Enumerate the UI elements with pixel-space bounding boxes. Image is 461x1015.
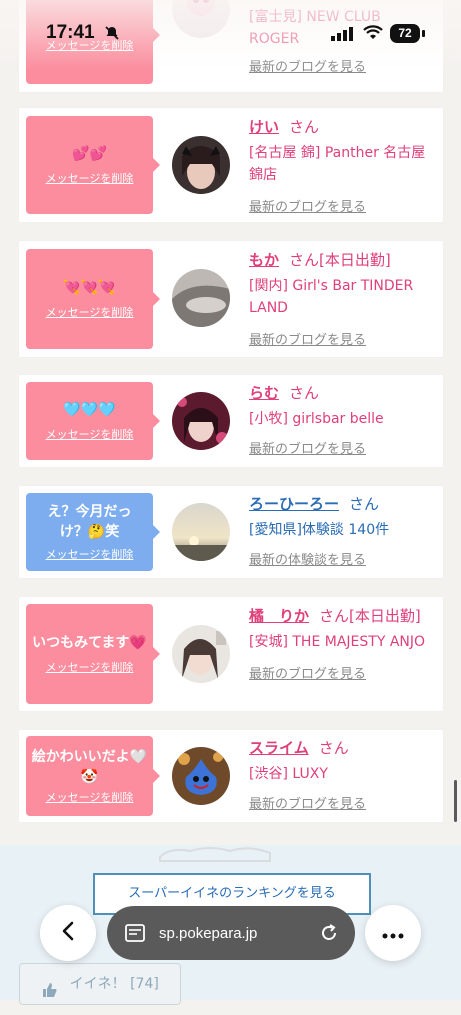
like-button[interactable]: イイネ！ [74] — [19, 963, 181, 1005]
page-menu-icon[interactable] — [125, 923, 145, 943]
message-card: 🩵🩵🩵 メッセージを削除 らむ さん [小牧] girlsbar belle 最新… — [19, 375, 443, 467]
latest-blog-link[interactable]: 最新のブログを見る — [249, 329, 435, 348]
working-today-badge: [本日出勤] — [349, 607, 421, 625]
message-text: 絵かわいいだよ🤍🤡 — [31, 749, 148, 785]
message-bubble: 💘💘💘 メッセージを削除 — [26, 249, 160, 349]
shop-name[interactable]: [渋谷] LUXY — [249, 763, 435, 785]
avatar[interactable] — [172, 747, 230, 805]
scrollbar[interactable] — [454, 780, 457, 822]
shop-name[interactable]: [名古屋 錦] Panther 名古屋錦店 — [249, 142, 435, 186]
avatar[interactable] — [172, 269, 230, 327]
message-card: 💘💘💘 メッセージを削除 もか さん[本日出勤] [関内] Girl's Bar … — [19, 241, 443, 357]
message-text: いつもみてます💗 — [32, 635, 147, 651]
message-bubble: メッセージを削除 — [26, 0, 160, 84]
avatar[interactable] — [172, 503, 230, 561]
shop-name[interactable]: [関内] Girl's Bar TINDER LAND — [249, 275, 435, 319]
message-bubble: 🩵🩵🩵 メッセージを削除 — [26, 382, 160, 460]
working-today-badge: [本日出勤] — [319, 251, 391, 269]
user-name-link[interactable]: 橘 りか — [249, 607, 309, 625]
honorific: さん — [289, 118, 320, 136]
delete-message-link[interactable]: メッセージを削除 — [46, 170, 134, 186]
shop-name[interactable]: [富士見] NEW CLUB ROGER — [249, 6, 435, 50]
delete-message-link[interactable]: メッセージを削除 — [46, 426, 134, 442]
user-name-link[interactable]: もか — [249, 251, 279, 269]
address-bar[interactable]: sp.pokepara.jp — [107, 906, 355, 960]
message-bubble: 絵かわいいだよ🤍🤡 メッセージを削除 — [26, 736, 160, 816]
avatar[interactable] — [172, 0, 230, 38]
thumbs-up-icon — [41, 975, 59, 997]
user-name-link[interactable]: けい — [249, 118, 279, 136]
reload-icon[interactable] — [319, 923, 339, 943]
honorific: さん — [318, 739, 349, 757]
message-text: 💘💘💘 — [63, 280, 116, 296]
avatar[interactable] — [172, 625, 230, 683]
more-options-button[interactable] — [365, 905, 421, 961]
message-bubble: 💕💕 メッセージを削除 — [26, 116, 160, 214]
avatar[interactable] — [172, 136, 230, 194]
delete-message-link[interactable]: メッセージを削除 — [46, 304, 134, 320]
latest-blog-link[interactable]: 最新のブログを見る — [249, 196, 435, 215]
honorific: さん — [349, 495, 380, 513]
honorific: さん — [319, 607, 350, 625]
shop-name[interactable]: [小牧] girlsbar belle — [249, 408, 435, 430]
message-bubble: いつもみてます💗 メッセージを削除 — [26, 604, 160, 704]
shop-name[interactable]: [安城] THE MAJESTY ANJO — [249, 631, 435, 653]
message-bubble: え？今月だっけ？🤔笑 メッセージを削除 — [26, 493, 160, 571]
avatar[interactable] — [172, 392, 230, 450]
honorific: さん — [289, 251, 320, 269]
latest-blog-link[interactable]: 最新のブログを見る — [249, 56, 435, 75]
message-card: いつもみてます💗 メッセージを削除 橘 りか さん[本日出勤] [安城] THE … — [19, 597, 443, 711]
user-name-link[interactable]: スライム — [249, 739, 309, 757]
message-card: 💕💕 メッセージを削除 けい さん [名古屋 錦] Panther 名古屋錦店 最… — [19, 108, 443, 222]
user-name-link[interactable]: ろーひーろー — [249, 495, 339, 513]
cloud-decoration — [159, 847, 271, 862]
message-card: え？今月だっけ？🤔笑 メッセージを削除 ろーひーろー さん [愛知県]体験談 14… — [19, 486, 443, 578]
ellipsis-icon — [382, 924, 404, 943]
url-text[interactable]: sp.pokepara.jp — [159, 925, 257, 942]
delete-message-link[interactable]: メッセージを削除 — [46, 789, 134, 805]
message-text: 🩵🩵🩵 — [63, 402, 116, 418]
user-name-link[interactable]: らむ — [249, 384, 279, 402]
delete-message-link[interactable]: メッセージを削除 — [46, 659, 134, 675]
like-button-label: イイネ！ [74] — [69, 976, 159, 992]
message-text: 💕💕 — [72, 146, 107, 162]
message-card: メッセージを削除 [富士見] NEW CLUB ROGER 最新のブログを見る — [19, 0, 443, 92]
message-card: 絵かわいいだよ🤍🤡 メッセージを削除 スライム さん [渋谷] LUXY 最新のブ… — [19, 730, 443, 822]
experience-reports-link[interactable]: [愛知県]体験談 140件 — [249, 519, 435, 541]
honorific: さん — [289, 384, 320, 402]
latest-blog-link[interactable]: 最新のブログを見る — [249, 438, 435, 457]
delete-message-link[interactable]: メッセージを削除 — [46, 37, 134, 53]
message-text: え？今月だっけ？🤔笑 — [47, 504, 132, 540]
chevron-left-icon — [61, 921, 75, 945]
back-button[interactable] — [40, 905, 96, 961]
latest-blog-link[interactable]: 最新のブログを見る — [249, 663, 435, 682]
delete-message-link[interactable]: メッセージを削除 — [46, 546, 134, 562]
latest-reports-link[interactable]: 最新の体験談を見る — [249, 549, 435, 568]
latest-blog-link[interactable]: 最新のブログを見る — [249, 793, 435, 812]
